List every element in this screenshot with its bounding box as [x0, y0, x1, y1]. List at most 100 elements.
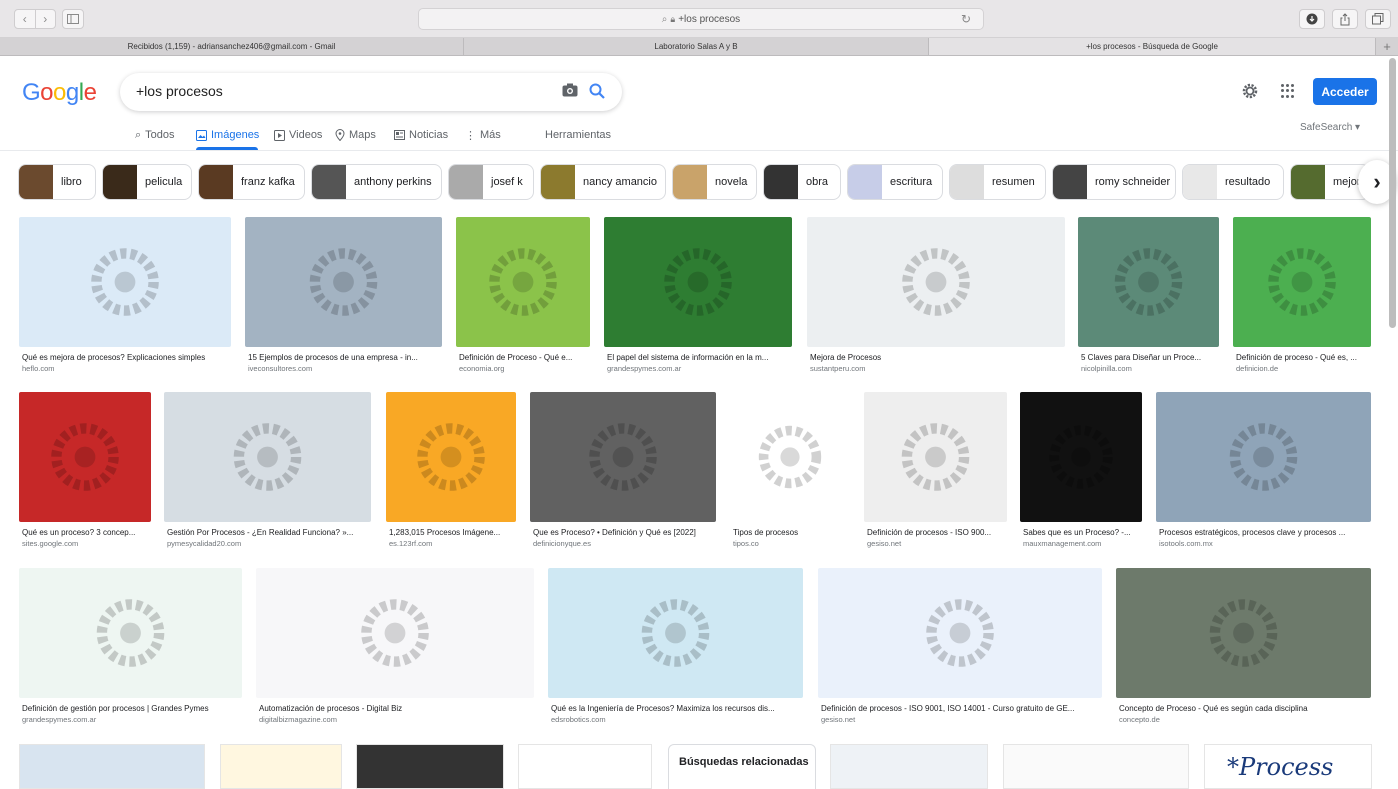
nav-tab-videos[interactable]: Videos: [274, 126, 322, 144]
image-result[interactable]: Definición de Proceso - Qué e... economia…: [456, 217, 590, 383]
result-thumbnail[interactable]: [1020, 392, 1142, 522]
result-title[interactable]: Sabes que es un Proceso? -...: [1023, 528, 1141, 537]
result-title[interactable]: Concepto de Proceso - Qué es según cada …: [1119, 704, 1370, 713]
image-result[interactable]: 5 Claves para Diseñar un Proce... nicolpi…: [1078, 217, 1219, 383]
chip-franz-kafka[interactable]: franz kafka: [198, 164, 305, 200]
new-tab-button[interactable]: +: [1376, 38, 1398, 55]
result-title[interactable]: Que es Proceso? • Definición y Qué es [2…: [533, 528, 715, 537]
result-title[interactable]: Automatización de procesos - Digital Biz: [259, 704, 533, 713]
result-thumbnail[interactable]: [818, 568, 1102, 698]
image-result[interactable]: [1003, 744, 1189, 789]
reload-icon[interactable]: ↻: [961, 12, 971, 26]
result-title[interactable]: El papel del sistema de información en l…: [607, 353, 791, 362]
sidebar-toggle-button[interactable]: [62, 9, 84, 29]
result-thumbnail[interactable]: [245, 217, 442, 347]
image-result[interactable]: Procesos estratégicos, procesos clave y …: [1156, 392, 1371, 558]
result-thumbnail[interactable]: [1156, 392, 1371, 522]
image-result[interactable]: [830, 744, 988, 789]
camera-icon[interactable]: [562, 83, 578, 97]
image-result[interactable]: 1,283,015 Procesos Imágene... es.123rf.co…: [386, 392, 516, 558]
address-bar[interactable]: ⌕ 🔒︎ +los procesos ↻: [418, 8, 984, 30]
chip-romy-schneider[interactable]: romy schneider: [1052, 164, 1176, 200]
tab-google-search[interactable]: +los procesos - Búsqueda de Google: [929, 38, 1376, 55]
back-icon[interactable]: ‹: [15, 10, 35, 28]
chip-anthony-perkins[interactable]: anthony perkins: [311, 164, 442, 200]
chip-nancy-amancio[interactable]: nancy amancio: [540, 164, 666, 200]
result-thumbnail[interactable]: [386, 392, 516, 522]
chip-obra[interactable]: obra: [763, 164, 841, 200]
nav-tab-maps[interactable]: Maps: [335, 126, 376, 144]
result-title[interactable]: Tipos de procesos: [733, 528, 849, 537]
result-thumbnail[interactable]: [164, 392, 371, 522]
related-searches-card[interactable]: Búsquedas relacionadas: [668, 744, 816, 789]
result-thumbnail[interactable]: [456, 217, 590, 347]
image-result[interactable]: Qué es un proceso? 3 concep... sites.goog…: [19, 392, 151, 558]
image-result[interactable]: 15 Ejemplos de procesos de una empresa -…: [245, 217, 442, 383]
result-thumbnail[interactable]: [1116, 568, 1371, 698]
result-thumbnail[interactable]: [19, 568, 242, 698]
image-result[interactable]: Gestión Por Procesos - ¿En Realidad Func…: [164, 392, 371, 558]
forward-icon[interactable]: ›: [34, 10, 56, 28]
image-result[interactable]: Concepto de Proceso - Qué es según cada …: [1116, 568, 1371, 734]
image-result[interactable]: Definición de procesos - ISO 9001, ISO 1…: [818, 568, 1102, 734]
image-result[interactable]: Sabes que es un Proceso? -... mauxmanagem…: [1020, 392, 1142, 558]
image-result[interactable]: Tipos de procesos tipos.co: [730, 392, 850, 558]
image-result[interactable]: [220, 744, 342, 789]
result-thumbnail[interactable]: [864, 392, 1007, 522]
chip-escritura[interactable]: escritura: [847, 164, 943, 200]
result-title[interactable]: Gestión Por Procesos - ¿En Realidad Func…: [167, 528, 370, 537]
nav-tab-todos[interactable]: ⌕ Todos: [135, 126, 175, 144]
downloads-button[interactable]: [1299, 9, 1325, 29]
result-title[interactable]: Definición de proceso - Qué es, ...: [1236, 353, 1370, 362]
result-title[interactable]: Qué es un proceso? 3 concep...: [22, 528, 150, 537]
chip-resumen[interactable]: resumen: [949, 164, 1046, 200]
image-result[interactable]: Qué es mejora de procesos? Explicaciones…: [19, 217, 231, 383]
chip-novela[interactable]: novela: [672, 164, 757, 200]
search-input[interactable]: +los procesos: [136, 83, 223, 99]
chip-pelicula[interactable]: pelicula: [102, 164, 192, 200]
tab-gmail[interactable]: Recibidos (1,159) - adriansanchez406@gma…: [0, 38, 464, 55]
result-title[interactable]: Definición de Proceso - Qué e...: [459, 353, 589, 362]
image-result[interactable]: Que es Proceso? • Definición y Qué es [2…: [530, 392, 716, 558]
result-thumbnail[interactable]: [530, 392, 716, 522]
chip-josef-k[interactable]: josef k: [448, 164, 534, 200]
result-title[interactable]: Definición de gestión por procesos | Gra…: [22, 704, 241, 713]
result-thumbnail[interactable]: [19, 392, 151, 522]
chip-resultado[interactable]: resultado: [1182, 164, 1284, 200]
result-thumbnail[interactable]: [730, 392, 850, 522]
chip-libro[interactable]: libro: [18, 164, 96, 200]
result-thumbnail[interactable]: [1078, 217, 1219, 347]
result-title[interactable]: 15 Ejemplos de procesos de una empresa -…: [248, 353, 441, 362]
result-title[interactable]: Qué es la Ingeniería de Procesos? Maximi…: [551, 704, 802, 713]
apps-grid-icon[interactable]: [1281, 84, 1295, 98]
back-forward-buttons[interactable]: ‹ ›: [14, 9, 56, 29]
result-thumbnail[interactable]: [807, 217, 1065, 347]
result-title[interactable]: 1,283,015 Procesos Imágene...: [389, 528, 515, 537]
result-thumbnail[interactable]: [1233, 217, 1371, 347]
image-result[interactable]: Definición de gestión por procesos | Gra…: [19, 568, 242, 734]
result-thumbnail[interactable]: [256, 568, 534, 698]
nav-tab-imagenes[interactable]: Imágenes: [196, 126, 259, 144]
sign-in-button[interactable]: Acceder: [1313, 78, 1377, 105]
result-title[interactable]: Procesos estratégicos, procesos clave y …: [1159, 528, 1370, 537]
image-result[interactable]: *Process: [1204, 744, 1372, 789]
nav-tab-mas[interactable]: ⋮ Más: [465, 126, 501, 144]
image-result[interactable]: Mejora de Procesos sustantperu.com: [807, 217, 1065, 383]
image-result[interactable]: Qué es la Ingeniería de Procesos? Maximi…: [548, 568, 803, 734]
search-box[interactable]: +los procesos: [120, 73, 622, 111]
gear-icon[interactable]: [1241, 82, 1259, 100]
result-thumbnail[interactable]: [548, 568, 803, 698]
image-result[interactable]: [19, 744, 205, 789]
image-result[interactable]: Automatización de procesos - Digital Biz…: [256, 568, 534, 734]
result-title[interactable]: Qué es mejora de procesos? Explicaciones…: [22, 353, 230, 362]
image-result[interactable]: [518, 744, 652, 789]
result-title[interactable]: Mejora de Procesos: [810, 353, 1064, 362]
result-title[interactable]: Definición de procesos - ISO 900...: [867, 528, 1006, 537]
scrollbar[interactable]: [1389, 58, 1396, 328]
tab-laboratorio[interactable]: Laboratorio Salas A y B: [464, 38, 929, 55]
safesearch-dropdown[interactable]: SafeSearch ▾: [1300, 122, 1360, 133]
result-thumbnail[interactable]: [604, 217, 792, 347]
result-thumbnail[interactable]: [19, 217, 231, 347]
nav-tab-herramientas[interactable]: Herramientas: [545, 126, 611, 144]
image-result[interactable]: Definición de procesos - ISO 900... gesis…: [864, 392, 1007, 558]
